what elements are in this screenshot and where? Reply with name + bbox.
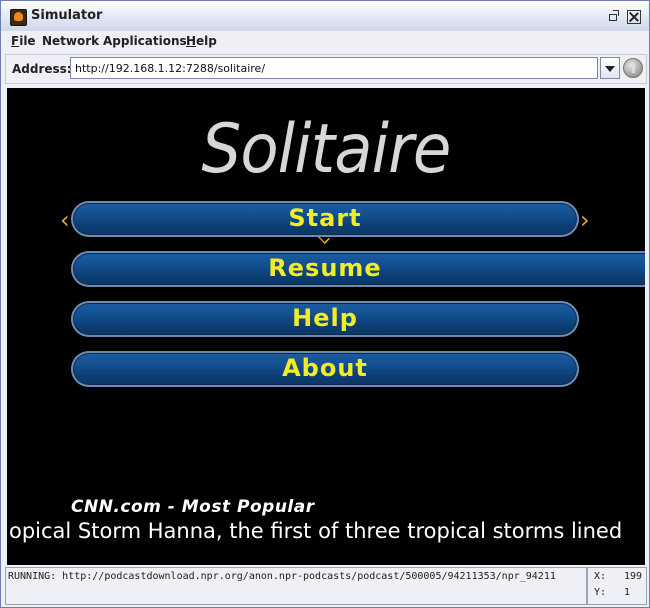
y-value: 1: [624, 587, 631, 598]
news-source-title: CNN.com - Most Popular: [71, 497, 315, 517]
menu-applications-label: Applications: [103, 34, 187, 48]
help-button-label: Help: [292, 304, 358, 332]
address-input[interactable]: [70, 57, 598, 79]
resume-button-label: Resume: [268, 254, 382, 282]
restore-icon[interactable]: [608, 10, 619, 21]
about-button-label: About: [282, 354, 368, 382]
menu-network-label: Network: [42, 34, 100, 48]
about-button[interactable]: About: [71, 351, 579, 387]
start-button-label: Start: [288, 204, 362, 232]
menu-help-mnemonic: H: [186, 34, 197, 48]
device-screen[interactable]: Solitaire ‹ Start › Resume Help About CN…: [7, 88, 645, 565]
x-coordinate: X: 199: [594, 571, 642, 582]
solitaire-logo: Solitaire: [201, 110, 452, 189]
address-bar: Address:: [5, 54, 647, 84]
x-label: X:: [594, 571, 607, 582]
chevron-left-icon: ‹: [60, 206, 70, 234]
menu-help-label: elp: [196, 34, 217, 48]
address-label: Address:: [12, 62, 72, 76]
coordinates-panel: X: 199 Y: 1: [587, 567, 647, 605]
menu-file-label: ile: [19, 34, 36, 48]
y-label: Y:: [594, 587, 607, 598]
chevron-right-icon: ›: [580, 206, 590, 234]
simulator-window: Simulator File Network Applications Help…: [0, 0, 650, 608]
chevron-down-icon: [315, 236, 335, 244]
start-button[interactable]: Start: [71, 201, 579, 237]
resume-button[interactable]: Resume: [71, 251, 645, 287]
app-icon: [10, 9, 27, 26]
menu-bar: File Network Applications Help: [1, 31, 649, 53]
status-text: RUNNING: http://podcastdownload.npr.org/…: [8, 571, 556, 582]
menu-applications[interactable]: Applications: [101, 33, 189, 49]
title-bar[interactable]: Simulator: [1, 1, 649, 32]
window-title: Simulator: [31, 8, 103, 23]
y-coordinate: Y: 1: [594, 587, 630, 598]
address-dropdown-icon[interactable]: [600, 57, 620, 79]
status-bar: RUNNING: http://podcastdownload.npr.org/…: [5, 567, 587, 605]
menu-network[interactable]: Network: [40, 33, 101, 49]
go-icon[interactable]: [623, 58, 643, 78]
help-button[interactable]: Help: [71, 301, 579, 337]
menu-file-mnemonic: F: [11, 34, 20, 48]
menu-file[interactable]: File: [9, 33, 38, 49]
news-ticker: opical Storm Hanna, the first of three t…: [9, 519, 623, 543]
close-icon[interactable]: [627, 10, 641, 24]
menu-help[interactable]: Help: [184, 33, 219, 49]
x-value: 199: [624, 571, 643, 582]
